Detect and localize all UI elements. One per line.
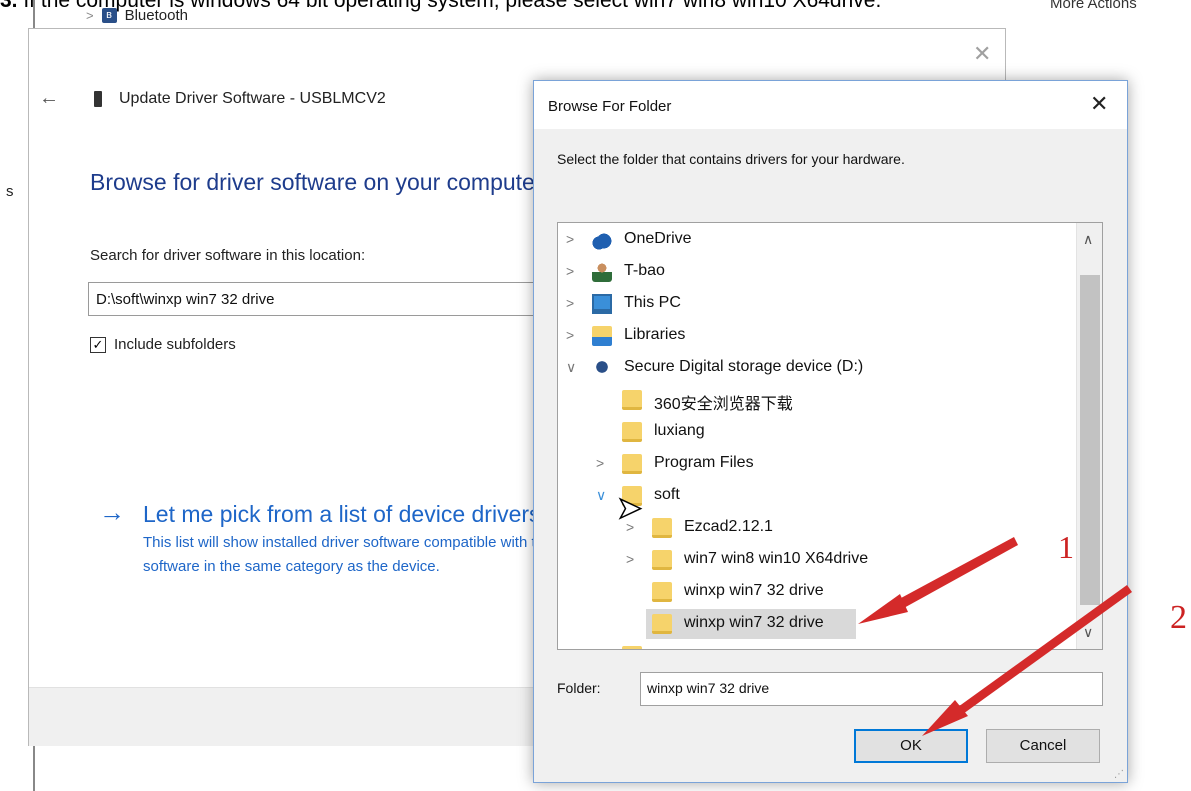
dialog-instruction: Select the folder that contains drivers …: [557, 151, 905, 167]
folder-tree-item[interactable]: winxp win7 32 drive: [558, 577, 1076, 607]
annotation-step-1: 1: [1058, 529, 1074, 565]
wizard-heading: Browse for driver software on your compu…: [90, 169, 543, 195]
folder-tree-label: T-bao: [624, 262, 665, 279]
include-subfolders-label[interactable]: Include subfolders: [114, 336, 236, 353]
ok-button[interactable]: OK: [854, 729, 968, 763]
chevron-down-icon[interactable]: ∨: [566, 359, 576, 376]
chevron-right-icon[interactable]: >: [566, 231, 574, 247]
caption-step-number: 3.: [0, 0, 18, 12]
close-icon[interactable]: ✕: [973, 41, 991, 67]
browse-for-folder-dialog: Browse For Folder ✕ Select the folder th…: [533, 80, 1128, 783]
folder-tree[interactable]: > OneDrive > T-bao > This PC > Libraries ∨ Secure…: [557, 222, 1103, 650]
folder-tree-label: Program Files: [654, 454, 754, 471]
folder-tree-item[interactable]: ∨ Secure Digital storage device (D:): [558, 353, 1076, 383]
bluetooth-icon: ʙ: [101, 8, 117, 23]
resize-grip-icon[interactable]: ⋰: [1114, 769, 1124, 780]
folder-icon: [652, 582, 672, 602]
folder-tree-item[interactable]: > OneDrive: [558, 225, 1076, 255]
mouse-cursor-icon: ➤: [616, 491, 643, 526]
onedrive-icon: [592, 230, 612, 250]
folder-tree-label: win7 win8 win10 X64drive: [684, 550, 869, 567]
device-tree-item-bluetooth[interactable]: > ʙ Bluetooth: [86, 7, 188, 24]
chevron-down-icon[interactable]: ∨: [596, 487, 606, 504]
folder-tree-item[interactable]: winxp win7 32 drive: [558, 609, 1076, 639]
background-window-edge: [33, 745, 35, 791]
folder-label: Folder:: [557, 680, 601, 696]
chevron-right-icon[interactable]: >: [566, 263, 574, 279]
folder-tree-items: > OneDrive > T-bao > This PC > Libraries ∨ Secure…: [558, 223, 1076, 649]
back-arrow-icon[interactable]: ←: [39, 87, 59, 110]
scroll-down-icon[interactable]: ∨: [1083, 624, 1093, 641]
folder-tree-label: Libraries: [624, 326, 686, 343]
scrollbar-thumb[interactable]: [1080, 275, 1100, 605]
annotation-step-2: 2: [1170, 599, 1187, 636]
folder-tree-item[interactable]: > win7 win8 win10 X64drive: [558, 545, 1076, 575]
folder-tree-item[interactable]: > Program Files: [558, 449, 1076, 479]
folder-tree-label: OneDrive: [624, 230, 692, 247]
chevron-right-icon[interactable]: >: [566, 295, 574, 311]
folder-tree-item[interactable]: luxiang: [558, 417, 1076, 447]
device-tree-label: Bluetooth: [124, 7, 188, 24]
chevron-right-icon[interactable]: >: [596, 455, 604, 471]
chevron-right-icon[interactable]: >: [626, 551, 634, 567]
search-location-label: Search for driver software in this locat…: [90, 247, 366, 264]
more-actions-link[interactable]: More Actions: [1050, 0, 1137, 12]
close-icon[interactable]: ✕: [1090, 91, 1108, 117]
wizard-title: Update Driver Software - USBLMCV2: [119, 90, 386, 107]
folder-icon: [652, 614, 672, 634]
scroll-up-icon[interactable]: ∧: [1083, 231, 1093, 248]
folder-icon: [652, 550, 672, 570]
folder-tree-item[interactable]: > This PC: [558, 289, 1076, 319]
folder-tree-item[interactable]: 360安全浏览器下载: [558, 385, 1076, 415]
folder-name-input[interactable]: winxp win7 32 drive: [640, 672, 1103, 706]
folder-icon: [622, 646, 642, 649]
folder-tree-item[interactable]: 开发小机制: [558, 641, 1076, 649]
background-window-edge: [33, 0, 35, 28]
tree-scrollbar[interactable]: ∧ ∨: [1076, 223, 1102, 649]
folder-tree-label: winxp win7 32 drive: [684, 582, 824, 599]
include-subfolders-checkbox[interactable]: ✓: [90, 337, 106, 353]
folder-tree-label: 开发小机制: [654, 646, 734, 649]
computer-icon: [592, 294, 612, 314]
folder-tree-label: This PC: [624, 294, 681, 311]
folder-icon: [622, 422, 642, 442]
folder-icon: [622, 454, 642, 474]
arrow-right-icon[interactable]: →: [99, 497, 125, 528]
folder-tree-label: winxp win7 32 drive: [684, 614, 824, 631]
folder-tree-label: Ezcad2.12.1: [684, 518, 773, 535]
user-folder-icon: [592, 262, 612, 282]
folder-icon: [622, 390, 642, 410]
folder-tree-label: luxiang: [654, 422, 705, 439]
sd-card-icon: [592, 358, 612, 378]
usb-device-icon: [94, 91, 102, 107]
chevron-right-icon[interactable]: >: [566, 327, 574, 343]
chevron-right-icon[interactable]: >: [86, 8, 94, 23]
folder-tree-item[interactable]: > Libraries: [558, 321, 1076, 351]
background-text-fragment: s: [6, 183, 14, 200]
pick-from-list-description: software in the same category as the dev…: [143, 558, 440, 575]
folder-tree-label: Secure Digital storage device (D:): [624, 358, 864, 375]
folder-tree-label: 360安全浏览器下载: [654, 396, 793, 413]
cancel-button[interactable]: Cancel: [986, 729, 1100, 763]
folder-tree-item[interactable]: > T-bao: [558, 257, 1076, 287]
dialog-title: Browse For Folder: [548, 98, 672, 115]
folder-tree-label: soft: [654, 486, 680, 503]
driver-path-input[interactable]: D:\soft\winxp win7 32 drive: [88, 282, 558, 316]
libraries-icon: [592, 326, 612, 346]
folder-icon: [652, 518, 672, 538]
